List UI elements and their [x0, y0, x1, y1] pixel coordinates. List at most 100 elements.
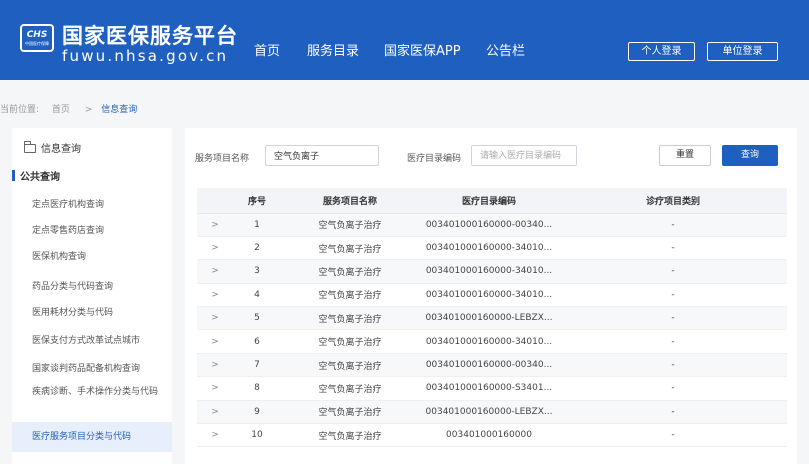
table-row[interactable]: >5 空气负离子治疗 003401000160000-LEBZX... -	[197, 306, 787, 331]
breadcrumb-home[interactable]: 首页	[52, 105, 70, 115]
breadcrumb: 当前位置: 首页 > 信息查询	[0, 102, 137, 115]
expand-row-icon[interactable]: >	[197, 236, 233, 261]
column-header-no[interactable]: 序号	[233, 188, 281, 214]
table-row[interactable]: >6 空气负离子治疗 003401000160000-34010... -	[197, 329, 787, 354]
catalog-code-input[interactable]	[471, 145, 577, 166]
results-table: 序号 服务项目名称 医疗目录编码 诊疗项目类别 >1 空气负离子治疗 0034010…	[197, 188, 787, 448]
main-panel: 服务项目名称 医疗目录编码 重置 查询 序号 服务项目名称 医疗目录编码 诊疗项…	[185, 128, 797, 464]
sidebar-item-payment-reform[interactable]: 医保支付方式改革试点城市	[12, 328, 172, 354]
sidebar-heading[interactable]: 信息查询	[12, 128, 172, 162]
row-name-cell: 空气负离子治疗	[281, 353, 419, 378]
sidebar-item-designated-pharmacy[interactable]: 定点零售药店查询	[12, 218, 172, 244]
nav-app[interactable]: 国家医保APP	[384, 40, 461, 59]
table-row[interactable]: >7 空气负离子治疗 003401000160000-00340... -	[197, 353, 787, 378]
sidebar-heading-label: 信息查询	[41, 144, 81, 155]
service-name-label: 服务项目名称	[195, 154, 250, 164]
expand-row-icon[interactable]: >	[197, 353, 233, 378]
query-button[interactable]: 查询	[722, 145, 778, 166]
sidebar-item-service-codes[interactable]: 医疗服务项目分类与代码	[12, 422, 172, 452]
row-code-cell: 003401000160000-S3401...	[419, 376, 559, 401]
expand-row-icon[interactable]: >	[197, 283, 233, 308]
row-category-cell: -	[559, 423, 787, 448]
table-header-row: 序号 服务项目名称 医疗目录编码 诊疗项目类别	[197, 188, 787, 214]
row-no-cell: 3	[233, 259, 281, 284]
row-no-cell: 4	[233, 283, 281, 308]
row-category-cell: -	[559, 213, 787, 237]
breadcrumb-label: 当前位置:	[0, 105, 40, 115]
expand-row-icon[interactable]: >	[197, 400, 233, 425]
row-category-cell: -	[559, 259, 787, 284]
row-code-cell: 003401000160000-00340...	[419, 353, 559, 378]
row-no-cell: 9	[233, 400, 281, 425]
column-header-category[interactable]: 诊疗项目类别	[559, 188, 787, 214]
reset-button[interactable]: 重置	[659, 145, 711, 166]
row-category-cell: -	[559, 353, 787, 378]
row-name-cell: 空气负离子治疗	[281, 213, 419, 237]
row-code-cell: 003401000160000-LEBZX...	[419, 306, 559, 331]
expand-row-icon[interactable]: >	[197, 329, 233, 354]
row-code-cell: 003401000160000	[419, 423, 559, 448]
sidebar-item-designated-medical[interactable]: 定点医疗机构查询	[12, 192, 172, 218]
catalog-code-label: 医疗目录编码	[407, 154, 462, 164]
expand-row-icon[interactable]: >	[197, 423, 233, 448]
row-name-cell: 空气负离子治疗	[281, 400, 419, 425]
sidebar-item-consumables[interactable]: 医用耗材分类与代码	[12, 300, 172, 326]
row-category-cell: -	[559, 376, 787, 401]
nav-service-catalog[interactable]: 服务目录	[307, 40, 359, 59]
row-no-cell: 10	[233, 423, 281, 448]
table-row[interactable]: >1 空气负离子治疗 003401000160000-00340... -	[197, 213, 787, 237]
table-row[interactable]: >3 空气负离子治疗 003401000160000-34010... -	[197, 259, 787, 284]
row-no-cell: 2	[233, 236, 281, 261]
top-header: CHS 中国医疗保障 国家医保服务平台 fuwu.nhsa.gov.cn 首页 …	[0, 0, 809, 80]
service-name-input[interactable]	[265, 145, 379, 166]
personal-login-button[interactable]: 个人登录	[628, 42, 695, 61]
sidebar-item-drug-codes[interactable]: 药品分类与代码查询	[12, 274, 172, 300]
row-no-cell: 7	[233, 353, 281, 378]
table-row[interactable]: >2 空气负离子治疗 003401000160000-34010... -	[197, 236, 787, 261]
expand-row-icon[interactable]: >	[197, 376, 233, 401]
row-name-cell: 空气负离子治疗	[281, 329, 419, 354]
logo-icon[interactable]: CHS 中国医疗保障	[20, 24, 54, 52]
row-name-cell: 空气负离子治疗	[281, 376, 419, 401]
row-code-cell: 003401000160000-34010...	[419, 329, 559, 354]
table-row[interactable]: >8 空气负离子治疗 003401000160000-S3401... -	[197, 376, 787, 401]
folder-icon	[24, 141, 36, 153]
column-header-name[interactable]: 服务项目名称	[281, 188, 419, 214]
row-code-cell: 003401000160000-34010...	[419, 283, 559, 308]
table-row[interactable]: >10 空气负离子治疗 003401000160000-	[197, 423, 787, 448]
row-code-cell: 003401000160000-34010...	[419, 259, 559, 284]
row-category-cell: -	[559, 283, 787, 308]
row-code-cell: 003401000160000-34010...	[419, 236, 559, 261]
expand-column-header	[197, 188, 233, 214]
row-category-cell: -	[559, 400, 787, 425]
expand-row-icon[interactable]: >	[197, 306, 233, 331]
unit-login-button[interactable]: 单位登录	[707, 42, 778, 61]
site-url: fuwu.nhsa.gov.cn	[62, 47, 229, 65]
row-category-cell: -	[559, 236, 787, 261]
row-no-cell: 8	[233, 376, 281, 401]
column-header-code[interactable]: 医疗目录编码	[419, 188, 559, 214]
table-row[interactable]: >9 空气负离子治疗 003401000160000-LEBZX... -	[197, 400, 787, 425]
row-name-cell: 空气负离子治疗	[281, 283, 419, 308]
breadcrumb-separator: >	[84, 105, 93, 115]
logo-mark: CHS	[26, 30, 48, 40]
expand-row-icon[interactable]: >	[197, 259, 233, 284]
nav-home[interactable]: 首页	[254, 40, 280, 59]
row-name-cell: 空气负离子治疗	[281, 259, 419, 284]
row-name-cell: 空气负离子治疗	[281, 306, 419, 331]
expand-row-icon[interactable]: >	[197, 213, 233, 237]
nav-announcements[interactable]: 公告栏	[486, 40, 525, 59]
row-code-cell: 003401000160000-00340...	[419, 213, 559, 237]
breadcrumb-current: 信息查询	[101, 105, 138, 115]
logo-sub: 中国医疗保障	[25, 41, 49, 46]
row-no-cell: 5	[233, 306, 281, 331]
row-name-cell: 空气负离子治疗	[281, 423, 419, 448]
row-name-cell: 空气负离子治疗	[281, 236, 419, 261]
sidebar-item-insurance-agency[interactable]: 医保机构查询	[12, 244, 172, 270]
table-row[interactable]: >4 空气负离子治疗 003401000160000-34010... -	[197, 283, 787, 308]
sidebar-item-diagnosis-codes[interactable]: 疾病诊断、手术操作分类与代码	[12, 384, 172, 416]
sidebar-item-negotiated-drugs[interactable]: 国家谈判药品配备机构查询	[12, 356, 172, 382]
sidebar-group-public-query[interactable]: 公共查询	[12, 168, 172, 186]
row-category-cell: -	[559, 306, 787, 331]
site-title[interactable]: 国家医保服务平台	[62, 20, 238, 50]
